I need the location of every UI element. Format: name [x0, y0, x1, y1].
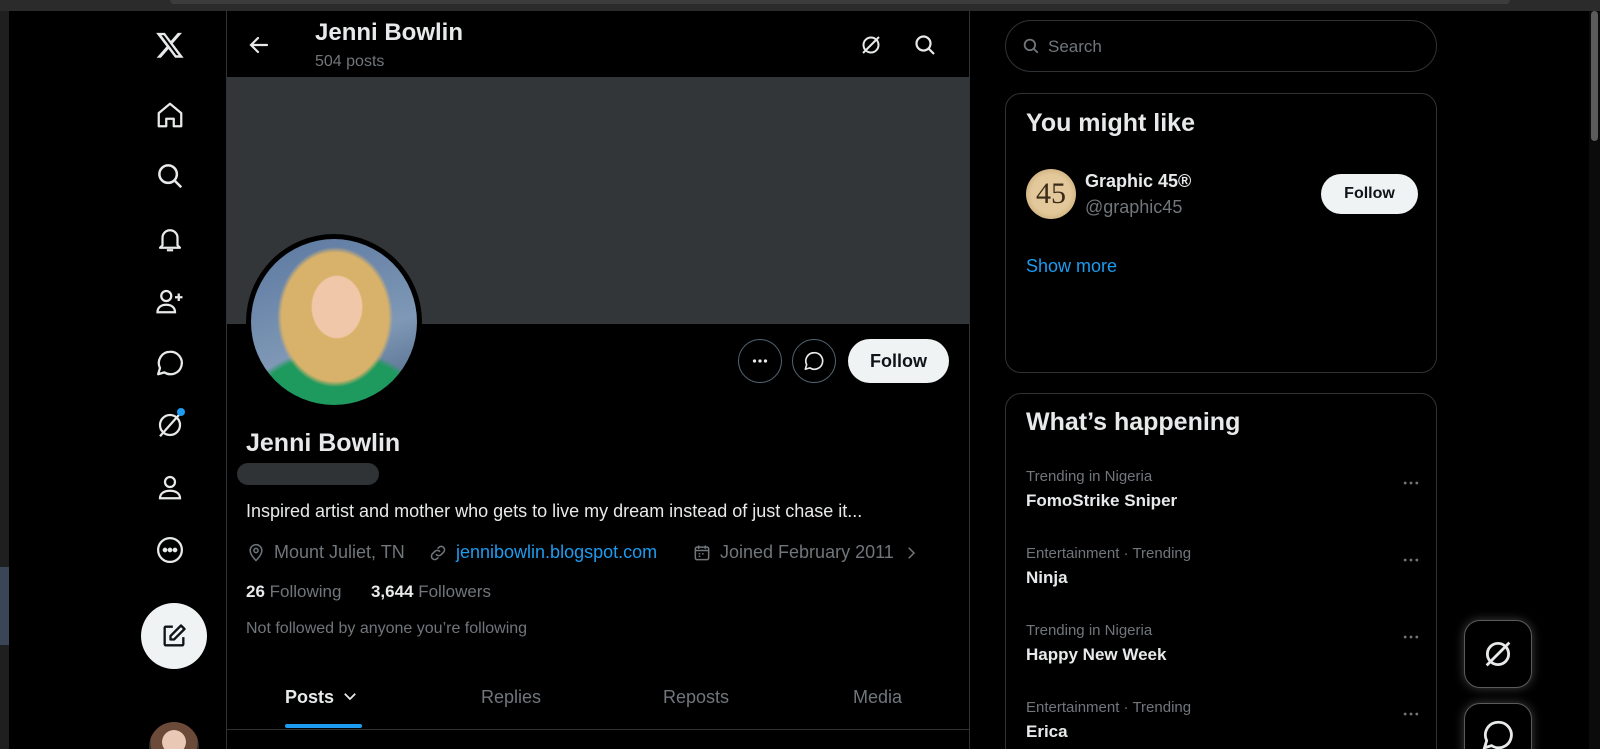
trend-name: Happy New Week — [1026, 645, 1167, 664]
location-item: Mount Juliet, TN — [246, 542, 405, 563]
show-more-link[interactable]: Show more — [1026, 256, 1117, 277]
chevron-down-icon — [344, 693, 356, 701]
profile-search-icon[interactable] — [909, 29, 941, 61]
chevron-right-icon — [908, 546, 915, 559]
joined-item: Joined February 2011 — [692, 542, 920, 563]
follow-stats: 26 Following 3,644 Followers — [246, 582, 491, 602]
trend-name: FomoStrike Sniper — [1026, 491, 1178, 510]
trend-more-icon[interactable] — [1396, 699, 1426, 729]
whats-happening-card: What’s happening Trending in Nigeria Fom… — [1005, 393, 1437, 749]
add-user-icon[interactable] — [150, 281, 190, 321]
graphic45-avatar[interactable]: 45 — [1026, 169, 1076, 219]
grok-header-icon[interactable] — [855, 29, 887, 61]
trend-context: Trending in Nigeria — [1026, 468, 1153, 485]
scrollbar[interactable] — [1589, 11, 1600, 749]
search-box[interactable] — [1005, 20, 1437, 72]
search-icon — [1023, 38, 1039, 54]
location-text: Mount Juliet, TN — [274, 542, 405, 562]
you-might-like-title: You might like — [1026, 109, 1195, 137]
x-logo-icon[interactable] — [150, 25, 190, 65]
more-options-button[interactable] — [738, 339, 782, 383]
browser-top-strip — [0, 0, 1600, 11]
profile-column: Jenni Bowlin 504 posts Follow Jenni Bowl… — [226, 11, 970, 749]
home-icon[interactable] — [150, 95, 190, 135]
more-circle-icon[interactable] — [150, 530, 190, 570]
trend-name: Erica — [1026, 722, 1068, 741]
message-button[interactable] — [792, 339, 836, 383]
trend-more-icon[interactable] — [1396, 545, 1426, 575]
website-item[interactable]: jennibowlin.blogspot.com — [428, 542, 657, 563]
scrollbar-thumb[interactable] — [1591, 11, 1598, 141]
link-icon — [430, 545, 446, 560]
followers-link[interactable]: 3,644 Followers — [371, 582, 491, 601]
message-icon[interactable] — [150, 343, 190, 383]
trend-name: Ninja — [1026, 568, 1068, 587]
trend-more-icon[interactable] — [1396, 622, 1426, 652]
grok-icon — [1485, 641, 1511, 667]
tab-reposts[interactable]: Reposts — [663, 687, 729, 708]
redacted-handle — [237, 463, 379, 485]
profile-avatar[interactable] — [246, 234, 422, 410]
window-edge — [0, 567, 9, 645]
back-arrow-icon[interactable] — [243, 29, 275, 61]
more-dots-icon — [752, 359, 768, 363]
follow-button[interactable]: Follow — [848, 339, 949, 383]
trend-context: Trending in Nigeria — [1026, 622, 1153, 639]
you-might-like-card: You might like 45 Graphic 45® @graphic45… — [1005, 93, 1437, 373]
header-post-count: 504 posts — [315, 53, 385, 70]
suggestion-name[interactable]: Graphic 45® — [1085, 171, 1191, 192]
header-name: Jenni Bowlin — [315, 19, 464, 46]
following-link[interactable]: 26 Following — [246, 582, 341, 601]
compose-icon — [163, 624, 186, 647]
trend-item[interactable]: Entertainment · Trending Ninja — [1026, 545, 1426, 588]
profile-bio: Inspired artist and mother who gets to l… — [246, 501, 863, 521]
trend-item[interactable]: Entertainment · Trending Erica — [1026, 699, 1426, 742]
not-followed-note: Not followed by anyone you’re following — [246, 620, 528, 637]
tab-divider — [227, 729, 969, 730]
notification-dot — [177, 408, 185, 416]
calendar-icon — [694, 545, 710, 560]
suggestion-follow-button[interactable]: Follow — [1321, 174, 1418, 214]
message-bubble-icon — [804, 351, 824, 371]
search-input[interactable] — [1046, 33, 1410, 61]
profile-header-bar: Jenni Bowlin 504 posts — [227, 11, 969, 77]
whats-happening-title: What’s happening — [1026, 408, 1241, 436]
account-avatar[interactable] — [149, 722, 199, 749]
trend-context: Entertainment · Trending — [1026, 545, 1192, 562]
location-pin-icon — [249, 543, 263, 562]
profile-icon[interactable] — [150, 467, 190, 507]
messages-floating-button[interactable] — [1464, 703, 1532, 749]
trend-context: Entertainment · Trending — [1026, 699, 1192, 716]
grok-icon[interactable] — [150, 405, 190, 445]
website-link[interactable]: jennibowlin.blogspot.com — [456, 542, 657, 563]
active-tab-indicator — [285, 724, 362, 728]
trend-item[interactable]: Trending in Nigeria FomoStrike Sniper — [1026, 468, 1426, 511]
trend-more-icon[interactable] — [1396, 468, 1426, 498]
trend-item[interactable]: Trending in Nigeria Happy New Week — [1026, 622, 1426, 665]
compose-post-button[interactable] — [141, 603, 207, 669]
app-window: Jenni Bowlin 504 posts Follow Jenni Bowl… — [9, 11, 1589, 749]
tab-posts[interactable]: Posts — [285, 687, 359, 708]
avatar-photo — [251, 239, 417, 405]
tab-media[interactable]: Media — [853, 687, 902, 708]
joined-text: Joined February 2011 — [720, 542, 894, 562]
grok-floating-button[interactable] — [1464, 620, 1532, 688]
bell-icon[interactable] — [150, 219, 190, 259]
tab-replies[interactable]: Replies — [481, 687, 541, 708]
profile-name: Jenni Bowlin — [246, 429, 401, 457]
suggestion-handle: @graphic45 — [1085, 197, 1183, 217]
explore-search-icon[interactable] — [150, 156, 190, 196]
message-icon — [1482, 720, 1513, 749]
